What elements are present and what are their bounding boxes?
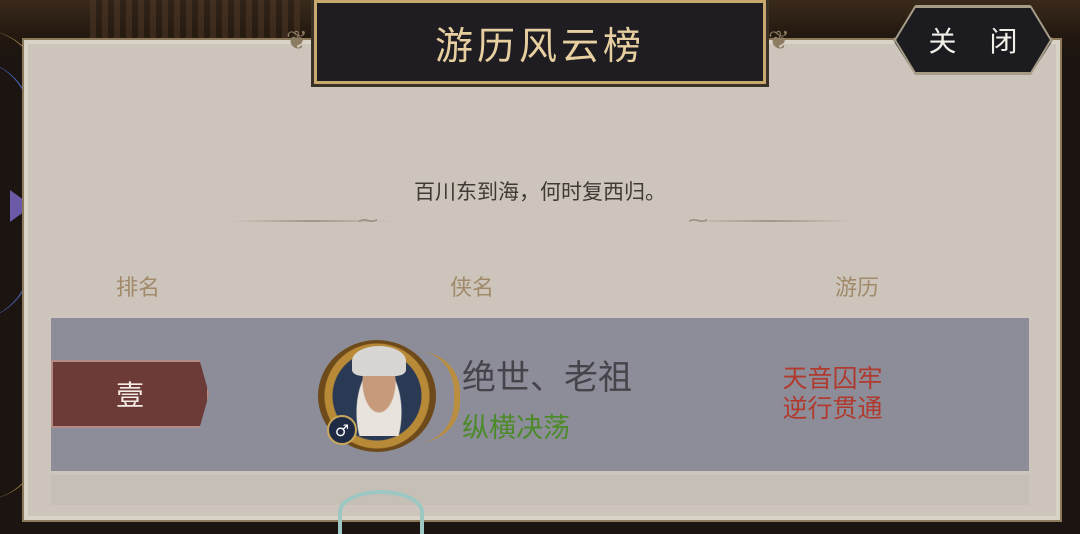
close-button[interactable]: 关 闭 <box>893 5 1053 75</box>
quote-text: 百川东到海，何时复西归。 <box>414 180 666 204</box>
player-school: 纵横决荡 <box>462 413 570 444</box>
avatar <box>338 490 424 534</box>
title-ornament-left-icon: ❦ <box>286 26 308 56</box>
table-row[interactable] <box>51 475 1029 505</box>
column-header-rank: 排名 <box>116 276 161 301</box>
page-title: 游历风云榜 <box>434 24 645 68</box>
avatar-hair <box>352 346 406 376</box>
experience-value: 天音囚牢 逆行贯通 <box>760 364 905 424</box>
divider-ornament-left-icon: ⁓ <box>358 208 378 232</box>
title-ornament-right-icon: ❦ <box>768 26 790 56</box>
column-header-experience: 游历 <box>835 276 880 301</box>
experience-line-1: 天音囚牢 <box>782 364 883 393</box>
divider-right <box>690 220 850 222</box>
male-gender-icon: ♂ <box>327 415 357 445</box>
column-header-name: 侠名 <box>450 276 495 301</box>
rank-badge: 壹 <box>51 360 209 428</box>
player-name: 绝世、老祖 <box>462 358 632 398</box>
divider-ornament-right-icon: ⁓ <box>688 208 708 232</box>
title-plaque: 游历风云榜 <box>314 0 766 84</box>
experience-line-2: 逆行贯通 <box>782 394 883 423</box>
